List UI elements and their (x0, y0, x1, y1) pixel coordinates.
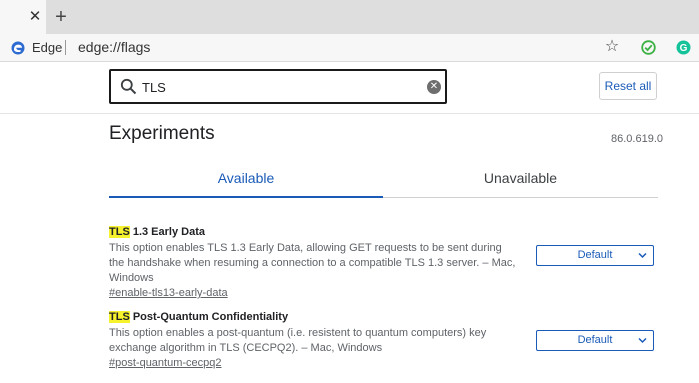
experiment-title: TLS 1.3 Early Data (109, 225, 659, 239)
site-identity-label: Edge (32, 40, 63, 55)
search-match-highlight: TLS (109, 226, 130, 238)
close-tab-icon[interactable]: ✕ (28, 9, 42, 25)
search-match-highlight: TLS (109, 311, 130, 323)
chevron-down-icon (638, 252, 647, 259)
select-value: Default (577, 249, 613, 261)
extension-grammarly-icon[interactable]: G (676, 40, 691, 55)
search-input[interactable] (142, 77, 402, 97)
search-icon (120, 78, 137, 95)
edge-logo-icon (11, 41, 25, 55)
address-bar[interactable]: Edge edge://flags ☆ G (0, 34, 699, 62)
chevron-down-icon (638, 337, 647, 344)
experiment-permalink[interactable]: #post-quantum-cecpq2 (109, 356, 659, 371)
experiment-permalink[interactable]: #enable-tls13-early-data (109, 286, 659, 301)
new-tab-button[interactable]: + (52, 7, 70, 27)
experiment-title-text: 1.3 Early Data (129, 226, 205, 238)
tab-unavailable[interactable]: Unavailable (383, 162, 658, 198)
experiment-description: This option enables a post-quantum (i.e.… (109, 327, 487, 354)
experiment-title-text: Post-Quantum Confidentiality (129, 311, 289, 323)
select-value: Default (577, 334, 613, 346)
browser-tab[interactable]: ✕ (0, 0, 46, 34)
version-label: 86.0.619.0 (611, 133, 663, 145)
experiment-state-select[interactable]: Default (536, 245, 654, 266)
extension-green-check-icon[interactable] (641, 40, 656, 55)
url-text[interactable]: edge://flags (78, 39, 150, 55)
clear-search-icon[interactable]: ✕ (427, 80, 441, 94)
star-icon[interactable]: ☆ (604, 39, 620, 55)
tab-strip: ✕ + (0, 0, 699, 34)
reset-all-button[interactable]: Reset all (599, 72, 657, 100)
experiment-description: This option enables TLS 1.3 Early Data, … (109, 242, 516, 284)
experiment-title: TLS Post-Quantum Confidentiality (109, 310, 659, 324)
tab-available[interactable]: Available (109, 162, 383, 198)
page-title: Experiments (109, 123, 215, 144)
search-field[interactable]: ✕ (109, 69, 447, 104)
svg-text:G: G (680, 43, 688, 54)
url-separator (65, 40, 66, 55)
experiment-state-select[interactable]: Default (536, 330, 654, 351)
